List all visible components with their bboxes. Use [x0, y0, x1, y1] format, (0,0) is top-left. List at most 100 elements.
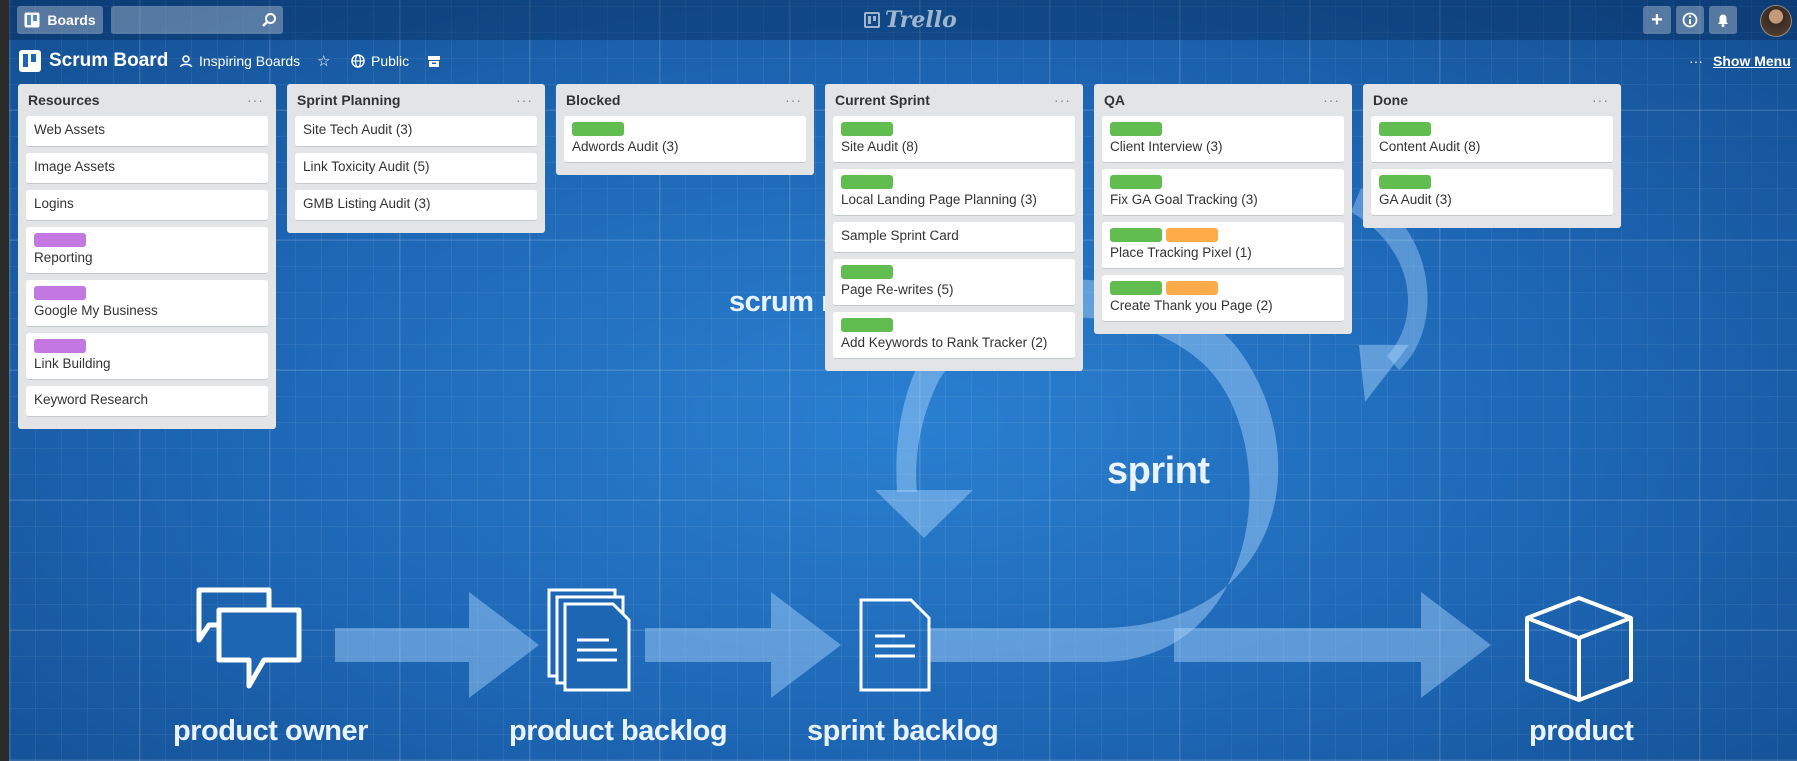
card-title: Sample Sprint Card — [841, 228, 959, 243]
card[interactable]: Add Keywords to Rank Tracker (2) — [833, 312, 1075, 359]
card-title: GA Audit (3) — [1379, 192, 1452, 207]
label-green — [1110, 175, 1162, 189]
visibility-button[interactable]: Public — [351, 51, 409, 71]
card-title: Reporting — [34, 250, 93, 265]
diagram-label-product: product — [1529, 715, 1634, 747]
card[interactable]: GA Audit (3) — [1371, 169, 1613, 216]
card[interactable]: Link Building — [26, 333, 268, 380]
list-sprint-planning[interactable]: Sprint Planning ··· Site Tech Audit (3) Lin… — [287, 84, 545, 233]
card-title: Page Re-writes (5) — [841, 282, 954, 297]
card[interactable]: Local Landing Page Planning (3) — [833, 169, 1075, 216]
card-title: Fix GA Goal Tracking (3) — [1110, 192, 1258, 207]
card[interactable]: Site Audit (8) — [833, 116, 1075, 163]
search-input[interactable] — [117, 10, 253, 32]
list-resources[interactable]: Resources ··· Web Assets Image Assets Logins… — [18, 84, 276, 429]
card-labels — [1110, 281, 1336, 295]
card-title: Web Assets — [34, 122, 106, 137]
label-green — [1110, 122, 1162, 136]
label-purple — [34, 286, 86, 300]
card-title: Place Tracking Pixel (1) — [1110, 245, 1252, 260]
card[interactable]: Web Assets — [26, 116, 268, 147]
show-menu-button[interactable]: ··· Show Menu — [1689, 51, 1791, 71]
list-title[interactable]: Sprint Planning — [295, 92, 400, 108]
card[interactable]: Adwords Audit (3) — [564, 116, 806, 163]
card[interactable]: Site Tech Audit (3) — [295, 116, 537, 147]
boards-icon — [24, 12, 40, 28]
sprint-loop-head — [875, 490, 973, 538]
card-labels — [1110, 175, 1336, 189]
search-box[interactable] — [111, 6, 283, 34]
card[interactable]: Content Audit (8) — [1371, 116, 1613, 163]
list-menu-icon[interactable]: ··· — [1323, 92, 1344, 108]
card-title: Logins — [34, 196, 74, 211]
info-button[interactable] — [1676, 6, 1704, 34]
card[interactable]: Page Re-writes (5) — [833, 259, 1075, 306]
card[interactable]: Fix GA Goal Tracking (3) — [1102, 169, 1344, 216]
list-done[interactable]: Done ··· Content Audit (8) GA Audit (3) — [1363, 84, 1621, 228]
plus-icon: + — [1651, 8, 1663, 31]
product-backlog-icon — [547, 588, 631, 692]
card-title: Image Assets — [34, 159, 116, 174]
product-owner-icon — [196, 587, 302, 689]
star-button[interactable]: ☆ — [317, 51, 330, 71]
card[interactable]: Client Interview (3) — [1102, 116, 1344, 163]
card-title: Site Audit (8) — [841, 139, 919, 154]
label-green — [1379, 175, 1431, 189]
list-header: Sprint Planning ··· — [295, 84, 537, 116]
card-title: Add Keywords to Rank Tracker (2) — [841, 335, 1048, 350]
card[interactable]: GMB Listing Audit (3) — [295, 190, 537, 221]
card[interactable]: Logins — [26, 190, 268, 221]
top-navigation-bar: Boards Trello + — [9, 0, 1797, 40]
card-labels — [841, 175, 1067, 189]
list-header: Current Sprint ··· — [833, 84, 1075, 116]
star-icon: ☆ — [317, 53, 331, 70]
avatar[interactable] — [1760, 5, 1792, 37]
card[interactable]: Google My Business — [26, 280, 268, 327]
boards-button[interactable]: Boards — [17, 6, 103, 34]
diagram-label-sprint: sprint — [1107, 450, 1210, 492]
board-header: Scrum Board Inspiring Boards ☆ Public ··… — [9, 40, 1797, 82]
list-menu-icon[interactable]: ··· — [247, 92, 268, 108]
team-link[interactable]: Inspiring Boards — [179, 51, 300, 71]
list-title[interactable]: QA — [1102, 92, 1125, 108]
card[interactable]: Image Assets — [26, 153, 268, 184]
card-title: GMB Listing Audit (3) — [303, 196, 431, 211]
bell-icon — [1718, 14, 1728, 27]
card-title: Link Building — [34, 356, 111, 371]
list-title[interactable]: Current Sprint — [833, 92, 930, 108]
label-orange — [1166, 228, 1218, 242]
card[interactable]: Place Tracking Pixel (1) — [1102, 222, 1344, 269]
curve-arrow-head — [1359, 345, 1409, 402]
list-menu-icon[interactable]: ··· — [516, 92, 537, 108]
notifications-button[interactable] — [1709, 6, 1737, 34]
card[interactable]: Sample Sprint Card — [833, 222, 1075, 253]
list-current-sprint[interactable]: Current Sprint ··· Site Audit (8) Local Lan… — [825, 84, 1083, 371]
card-labels — [1110, 228, 1336, 242]
card[interactable]: Create Thank you Page (2) — [1102, 275, 1344, 322]
add-button[interactable]: + — [1643, 6, 1671, 34]
card-title: Create Thank you Page (2) — [1110, 298, 1273, 313]
board-title[interactable]: Scrum Board — [19, 47, 168, 75]
list-blocked[interactable]: Blocked ··· Adwords Audit (3) — [556, 84, 814, 175]
card[interactable]: Link Toxicity Audit (5) — [295, 153, 537, 184]
list-title[interactable]: Done — [1371, 92, 1408, 108]
trello-logo[interactable]: Trello — [864, 7, 957, 33]
product-cube-icon — [1525, 596, 1633, 702]
list-menu-icon[interactable]: ··· — [1592, 92, 1613, 108]
card-title: Client Interview (3) — [1110, 139, 1223, 154]
card[interactable]: Reporting — [26, 227, 268, 274]
card-labels — [841, 318, 1067, 332]
archive-icon — [428, 56, 440, 67]
card-labels — [1379, 122, 1605, 136]
card[interactable]: Keyword Research — [26, 386, 268, 417]
card-title: Site Tech Audit (3) — [303, 122, 413, 137]
diagram-label-product-backlog: product backlog — [509, 715, 728, 747]
butler-button[interactable] — [427, 51, 441, 71]
list-title[interactable]: Blocked — [564, 92, 620, 108]
list-menu-icon[interactable]: ··· — [785, 92, 806, 108]
list-title[interactable]: Resources — [26, 92, 100, 108]
list-qa[interactable]: QA ··· Client Interview (3) Fix GA Goal Tra… — [1094, 84, 1352, 334]
card-title: Local Landing Page Planning (3) — [841, 192, 1037, 207]
search-icon[interactable] — [261, 12, 277, 28]
list-menu-icon[interactable]: ··· — [1054, 92, 1075, 108]
